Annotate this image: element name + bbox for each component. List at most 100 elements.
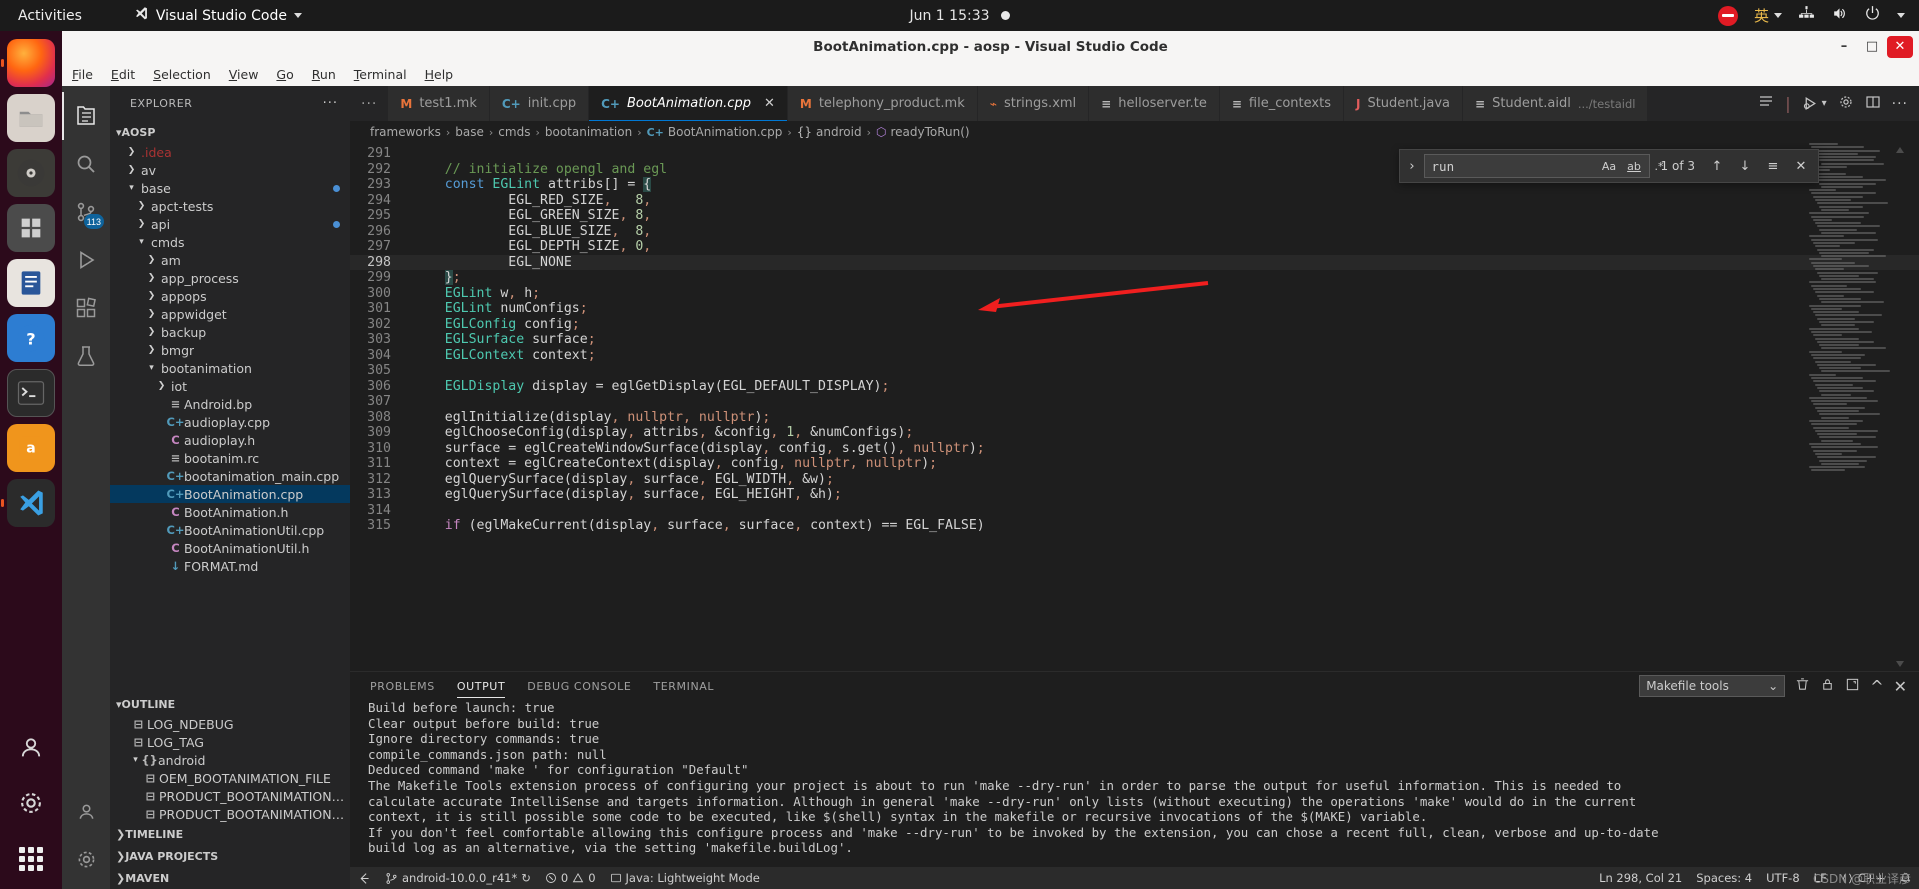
outline-section-header[interactable]: ▾ OUTLINE	[110, 693, 350, 715]
activity-explorer[interactable]	[62, 92, 110, 140]
code-line[interactable]: 294 EGL_RED_SIZE, 8,	[350, 193, 1919, 209]
close-find-icon[interactable]: ✕	[1790, 155, 1812, 177]
panel-tab-debug-console[interactable]: DEBUG CONSOLE	[527, 672, 631, 700]
sidebar-more-actions-icon[interactable]: ···	[323, 96, 338, 111]
menu-run[interactable]: Run	[312, 67, 336, 82]
split-editor-icon[interactable]	[1758, 94, 1774, 114]
tree-folder[interactable]: ❯ appops	[110, 287, 350, 305]
editor-tab[interactable]: ⌁ strings.xml	[977, 86, 1090, 121]
editor-tab[interactable]: C+ BootAnimation.cpp ✕	[589, 86, 788, 121]
breadcrumb-item[interactable]: ⬡ readyToRun()	[876, 125, 970, 139]
status-remote-indicator[interactable]	[350, 867, 378, 889]
dock-item-amazon[interactable]: a	[7, 424, 55, 472]
sidebar-section-maven[interactable]: ❯ MAVEN	[110, 867, 350, 889]
breadcrumb-item[interactable]: cmds	[498, 125, 530, 139]
panel-tab-problems[interactable]: PROBLEMS	[370, 672, 435, 700]
code-line[interactable]: 307	[350, 394, 1919, 410]
menu-selection[interactable]: Selection	[153, 67, 211, 82]
activity-source-control[interactable]: 113	[62, 188, 110, 236]
volume-icon[interactable]	[1831, 5, 1848, 26]
minimap-scrollbar[interactable]	[1895, 143, 1905, 671]
editor-tab[interactable]: ≡ helloserver.te	[1089, 86, 1220, 121]
activity-manage-settings[interactable]	[62, 835, 110, 883]
explorer-root-section[interactable]: ▾ AOSP	[110, 121, 350, 143]
code-line[interactable]: 315 if (eglMakeCurrent(display, surface,…	[350, 518, 1919, 534]
menu-terminal[interactable]: Terminal	[354, 67, 407, 82]
code-line[interactable]: 308 eglInitialize(display, nullptr, null…	[350, 410, 1919, 426]
breadcrumb-item[interactable]: {} android	[797, 125, 862, 139]
tabs-overflow-icon[interactable]: ···	[350, 86, 388, 121]
dock-item-rhythmbox[interactable]	[7, 149, 55, 197]
scroll-up-icon[interactable]	[1896, 147, 1904, 153]
tree-folder[interactable]: ❯ apct-tests	[110, 197, 350, 215]
lock-scroll-icon[interactable]	[1820, 677, 1835, 696]
code-line[interactable]: 302 EGLConfig config;	[350, 317, 1919, 333]
editor-tab[interactable]: Mtest1.mk	[388, 86, 490, 121]
code-line[interactable]: 299 };	[350, 270, 1919, 286]
status-indentation[interactable]: Spaces: 4	[1689, 867, 1759, 889]
code-line[interactable]: 295 EGL_GREEN_SIZE, 8,	[350, 208, 1919, 224]
find-in-selection-icon[interactable]: ≡	[1762, 155, 1784, 177]
status-problems[interactable]: 0 0	[538, 867, 603, 889]
breadcrumb-item[interactable]: frameworks	[370, 125, 441, 139]
tree-file[interactable]: ≡ bootanim.rc	[110, 449, 350, 467]
code-line[interactable]: 314	[350, 503, 1919, 519]
editor-tab[interactable]: ≡ file_contexts	[1219, 86, 1344, 121]
maximize-button[interactable]: □	[1859, 36, 1885, 58]
dock-item-firefox[interactable]	[1, 39, 55, 87]
split-layout-icon[interactable]	[1865, 94, 1881, 114]
tree-folder[interactable]: ❯ iot	[110, 377, 350, 395]
maximize-panel-icon[interactable]: ^	[1870, 677, 1883, 696]
code-line[interactable]: 303 EGLSurface surface;	[350, 332, 1919, 348]
tree-folder[interactable]: ❯ api	[110, 215, 350, 233]
status-java-mode[interactable]: Java: Lightweight Mode	[603, 867, 767, 889]
output-channel-select[interactable]: Makefile tools ⌄	[1639, 675, 1786, 697]
chevron-down-icon[interactable]	[1897, 13, 1905, 18]
tree-folder[interactable]: ❯ backup	[110, 323, 350, 341]
clear-output-icon[interactable]	[1795, 677, 1810, 696]
tree-file[interactable]: C+ BootAnimation.cpp	[110, 485, 350, 503]
breadcrumb-item[interactable]: bootanimation	[545, 125, 632, 139]
code-line[interactable]: 300 EGLint w, h;	[350, 286, 1919, 302]
tree-file[interactable]: C+ audioplay.cpp	[110, 413, 350, 431]
code-line[interactable]: 298 EGL_NONE	[350, 254, 1919, 270]
breadcrumb-item[interactable]: C+ BootAnimation.cpp	[647, 125, 783, 139]
tree-folder[interactable]: ❯ appwidget	[110, 305, 350, 323]
menu-file[interactable]: File	[72, 67, 93, 82]
minimap[interactable]	[1809, 143, 1905, 671]
editor-tab[interactable]: C+ init.cpp	[489, 86, 590, 121]
tree-folder[interactable]: ❯ av	[110, 161, 350, 179]
activity-testing[interactable]	[62, 332, 110, 380]
tree-file[interactable]: ≡ Android.bp	[110, 395, 350, 413]
code-line[interactable]: 311 context = eglCreateContext(display, …	[350, 456, 1919, 472]
tree-file[interactable]: C BootAnimationUtil.h	[110, 539, 350, 557]
outline-item[interactable]: ⊟ OEM_BOOTANIMATION_FILE	[110, 769, 350, 787]
dock-item-user-account[interactable]	[7, 723, 55, 771]
toggle-replace-icon[interactable]: ›	[1406, 159, 1417, 174]
outline-item[interactable]: ▾{} android	[110, 751, 350, 769]
menu-view[interactable]: View	[229, 67, 259, 82]
show-applications-button[interactable]	[7, 835, 55, 883]
find-input[interactable]	[1431, 158, 1600, 174]
code-line[interactable]: 310 surface = eglCreateWindowSurface(dis…	[350, 441, 1919, 457]
status-encoding[interactable]: UTF-8	[1759, 867, 1807, 889]
menu-edit[interactable]: Edit	[111, 67, 135, 82]
activity-search[interactable]	[62, 140, 110, 188]
tree-file[interactable]: C BootAnimation.h	[110, 503, 350, 521]
find-next-icon[interactable]: ↓	[1734, 155, 1756, 177]
dock-item-files[interactable]	[7, 94, 55, 142]
breadcrumb-item[interactable]: base	[455, 125, 484, 139]
tree-folder[interactable]: ❯ am	[110, 251, 350, 269]
editor-tab[interactable]: ≡ Student.aidl .../testaidl	[1463, 86, 1649, 121]
code-line[interactable]: 297 EGL_DEPTH_SIZE, 0,	[350, 239, 1919, 255]
find-input-wrapper[interactable]: Aa ab .*	[1423, 154, 1664, 178]
tree-folder[interactable]: ❯ bmgr	[110, 341, 350, 359]
tree-folder[interactable]: ▾ bootanimation	[110, 359, 350, 377]
tree-file[interactable]: Caudioplay.h	[110, 431, 350, 449]
outline-item[interactable]: ⊟PRODUCT_BOOTANIMATION_DARK_...	[110, 787, 350, 805]
power-icon[interactable]	[1864, 5, 1881, 26]
activity-extensions[interactable]	[62, 284, 110, 332]
code-editor[interactable]: 291 292 // initialize opengl and egl 293 c…	[350, 143, 1919, 671]
tree-folder[interactable]: ▾ cmds	[110, 233, 350, 251]
status-branch[interactable]: android-10.0.0_r41* ↻	[378, 867, 538, 889]
